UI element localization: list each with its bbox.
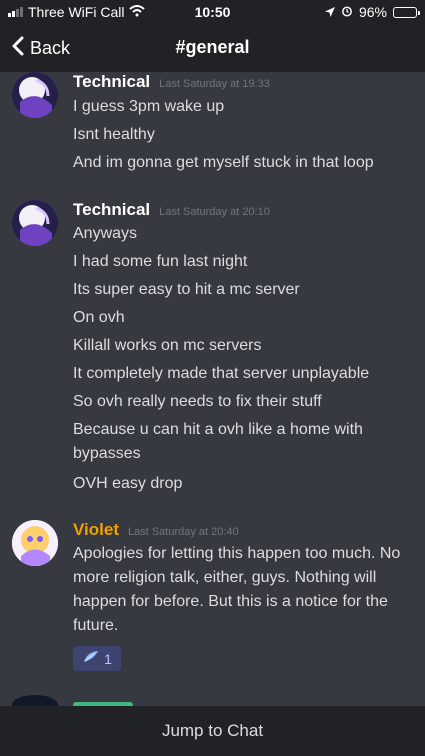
- battery-percent: 96%: [358, 4, 387, 20]
- timestamp: Last Saturday at 20:40: [127, 526, 239, 538]
- message-list[interactable]: Technical Last Saturday at 19:33 I guess…: [0, 72, 425, 706]
- message-line: Because u can hit a ovh like a home with…: [73, 421, 363, 462]
- message-line: Isnt healthy: [73, 126, 155, 143]
- message-line: Its super easy to hit a mc server: [73, 281, 300, 298]
- feather-icon: [82, 650, 100, 667]
- jump-to-chat-label: Jump to Chat: [161, 721, 264, 740]
- author-line: Technical Last Saturday at 20:10: [73, 200, 270, 220]
- location-icon: [324, 4, 335, 20]
- nav-bar: Back #general: [0, 24, 425, 72]
- channel-title: #general: [175, 37, 250, 57]
- message-line: Anyways: [73, 225, 138, 242]
- message-line: I had some fun last night: [73, 253, 248, 270]
- partial-avatar: [12, 695, 58, 706]
- status-bar: Three WiFi Call 10:50 96%: [0, 0, 425, 24]
- jump-to-chat-button[interactable]: Jump to Chat: [0, 706, 425, 756]
- reaction-button[interactable]: 1: [73, 646, 121, 671]
- timestamp: Last Saturday at 20:10: [159, 206, 270, 218]
- timestamp: Last Saturday at 19:33: [159, 78, 270, 90]
- author-name[interactable]: Technical: [73, 72, 150, 92]
- message-line: Killall works on mc servers: [73, 337, 262, 354]
- message-line: On ovh: [73, 309, 125, 326]
- message-line: I guess 3pm wake up: [73, 98, 225, 115]
- message-line: So ovh really needs to fix their stuff: [73, 393, 322, 410]
- alarm-icon: [341, 4, 353, 20]
- author-line: Technical Last Saturday at 19:33: [73, 72, 270, 92]
- message-line: OVH easy drop: [73, 475, 183, 492]
- avatar[interactable]: [12, 200, 58, 246]
- battery-icon: [393, 6, 420, 18]
- avatar[interactable]: [12, 520, 58, 566]
- author-name[interactable]: Technical: [73, 200, 150, 220]
- message-line: And im gonna get myself stuck in that lo…: [73, 154, 374, 171]
- author-line: Violet Last Saturday at 20:40: [73, 520, 239, 540]
- message-line: It completely made that server unplayabl…: [73, 365, 370, 382]
- reaction-count: 1: [104, 650, 112, 667]
- message-body: Apologies for letting this happen too mu…: [73, 545, 401, 634]
- author-name[interactable]: Violet: [73, 520, 119, 540]
- status-right: 96%: [324, 4, 420, 20]
- avatar[interactable]: [12, 72, 58, 118]
